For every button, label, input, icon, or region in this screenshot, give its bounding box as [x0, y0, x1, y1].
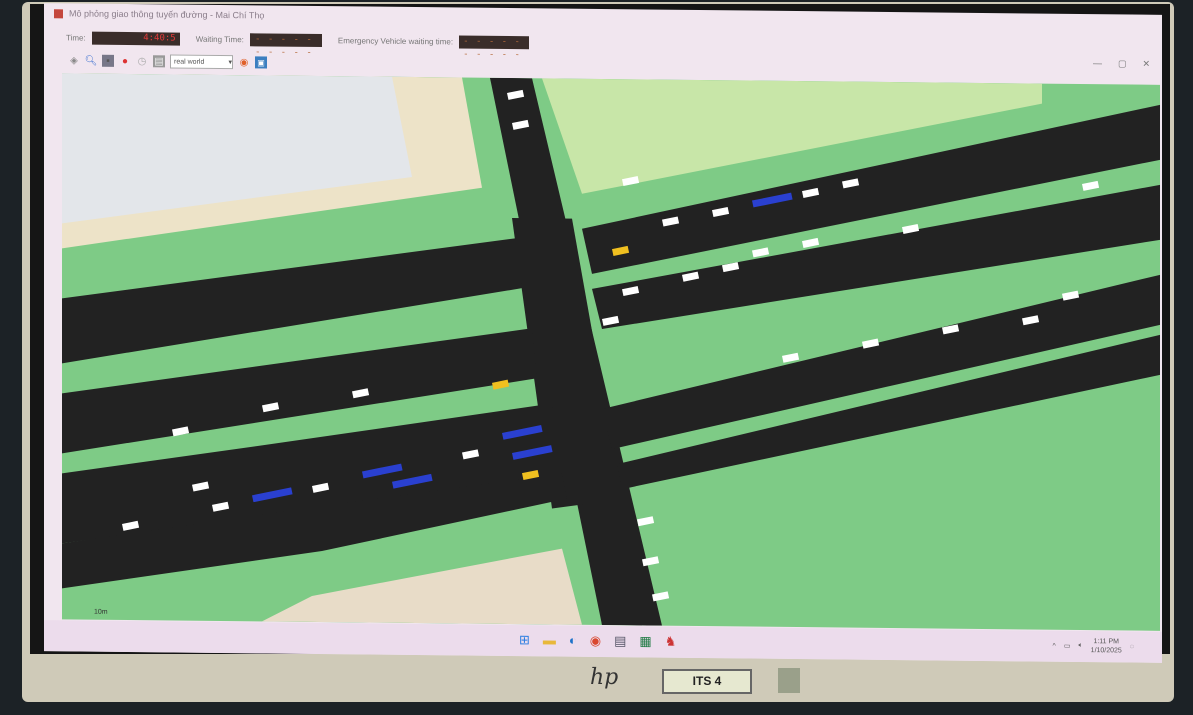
- vehicle: [637, 516, 655, 527]
- system-tray: ^ ▭ 🔈︎ 1:11 PM 1/10/2025 ◌: [1053, 637, 1134, 656]
- clock-date: 1/10/2025: [1090, 647, 1122, 655]
- minimize-button[interactable]: —: [1093, 58, 1102, 69]
- clock[interactable]: 1:11 PM 1/10/2025: [1091, 637, 1122, 655]
- taskbar-apps: ⊞ ▬ ◐ ◉ ▤ ▦ ♞: [519, 632, 676, 650]
- breakpoint-icon[interactable]: ●: [119, 55, 131, 67]
- monitor-label: ITS 4: [662, 669, 752, 694]
- start-icon[interactable]: ⊞: [519, 632, 530, 648]
- close-button[interactable]: ✕: [1142, 59, 1150, 70]
- volume-icon[interactable]: 🔈︎: [1078, 642, 1082, 650]
- vehicle: [802, 237, 820, 248]
- time-display: 4:40:5: [91, 31, 180, 46]
- color-icon[interactable]: ◉: [238, 56, 250, 68]
- emergency-display: - - - - - - - - - -: [459, 34, 530, 60]
- chevron-down-icon: ▾: [228, 59, 232, 67]
- zoom-icon[interactable]: 🔍︎: [85, 55, 98, 67]
- vehicle: [752, 247, 770, 258]
- waiting-time-label: Waiting Time:: [195, 34, 244, 44]
- window-title: Mô phỏng giao thông tuyến đường - Mai Ch…: [69, 8, 265, 21]
- camera-icon[interactable]: ▣: [255, 56, 267, 69]
- screen: Mô phỏng giao thông tuyến đường - Mai Ch…: [44, 3, 1162, 663]
- toolbar: ◈ 🔍︎ ▪ ● ◷ ▤ real world ▾ ◉ ▣: [68, 51, 267, 71]
- scale-label: 10m: [94, 608, 108, 616]
- emergency-label: Emergency Vehicle waiting time:: [337, 35, 454, 46]
- waiting-time-display: - - - - - - - - - -: [249, 32, 322, 57]
- network-icon[interactable]: ▭: [1064, 642, 1071, 650]
- view-select-value: real world: [174, 58, 205, 66]
- excel-icon[interactable]: ▦: [639, 633, 651, 649]
- vehicle: [782, 352, 800, 363]
- status-row: Time: 4:40:5 Waiting Time: - - - - - - -…: [66, 29, 530, 60]
- screenshot-icon[interactable]: ▤: [153, 55, 165, 68]
- center-view-icon[interactable]: ◈: [68, 54, 80, 66]
- app-icon: [54, 8, 63, 18]
- chevron-up-icon[interactable]: ^: [1053, 642, 1056, 649]
- window-controls: — ▢ ✕: [1093, 58, 1150, 70]
- hp-logo: hp: [590, 665, 619, 690]
- edge-icon[interactable]: ◐: [569, 633, 577, 649]
- view-select[interactable]: real world ▾: [170, 54, 233, 70]
- app-icon[interactable]: ▤: [614, 633, 626, 649]
- sand-area-bottom: [262, 548, 582, 625]
- chrome-icon[interactable]: ◉: [590, 633, 601, 649]
- file-explorer-icon[interactable]: ▬: [543, 632, 556, 648]
- notification-icon[interactable]: ◌: [1130, 643, 1134, 650]
- clock-icon[interactable]: ◷: [136, 55, 148, 67]
- time-label: Time:: [66, 32, 86, 43]
- vehicle: [652, 591, 670, 602]
- clock-time: 1:11 PM: [1093, 638, 1120, 646]
- webcam-sensor: [778, 668, 800, 693]
- road-network: [62, 73, 1160, 626]
- maximize-button[interactable]: ▢: [1118, 58, 1127, 69]
- simulation-map[interactable]: 10m: [62, 73, 1160, 631]
- vehicle: [1082, 180, 1100, 191]
- locate-icon[interactable]: ▪: [102, 54, 114, 67]
- sumo-icon[interactable]: ♞: [665, 634, 677, 650]
